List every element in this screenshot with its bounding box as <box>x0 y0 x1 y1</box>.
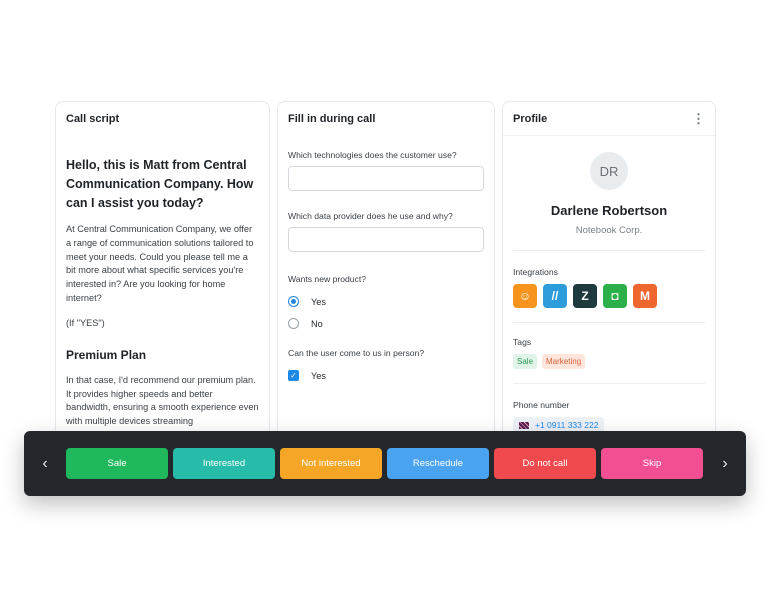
divider <box>513 322 705 323</box>
uk-flag-icon <box>519 421 529 429</box>
integrations-label: Integrations <box>513 267 558 277</box>
script-intro: At Central Communication Company, we off… <box>66 224 254 303</box>
tags-list: Sale Marketing <box>513 354 705 369</box>
not-interested-button[interactable]: Not interested <box>280 448 382 479</box>
radio-unselected-icon[interactable] <box>288 318 299 329</box>
new-product-option-yes[interactable]: Yes <box>288 295 484 308</box>
script-plan-text: In that case, I'd recommend our premium … <box>66 374 259 427</box>
more-options-icon[interactable]: ⋮ <box>692 111 705 127</box>
call-form-title: Fill in during call <box>288 113 376 125</box>
divider <box>513 250 705 251</box>
profile-header: Profile ⋮ <box>503 102 715 136</box>
phone-label: Phone number <box>513 400 570 410</box>
profile-title: Profile <box>513 112 548 125</box>
call-script-title: Call script <box>66 113 120 125</box>
chevron-left-icon[interactable]: ‹ <box>37 455 53 473</box>
divider <box>513 383 705 384</box>
call-script-panel: Call script Hello, this is Matt from Cen… <box>55 101 270 445</box>
script-plan-title: Premium Plan <box>66 347 147 362</box>
script-note: (If "YES") <box>66 317 105 328</box>
in-person-checkbox-row[interactable]: ✓ Yes <box>288 369 484 382</box>
integrations-list: ☺//Z ◘ M <box>513 284 705 308</box>
outcome-buttons: Sale Interested Not interested Reschedule Do… <box>66 448 703 479</box>
tag-marketing[interactable]: Marketing <box>542 354 586 369</box>
magento-integration-icon[interactable]: M <box>633 284 657 308</box>
profile-panel: Profile ⋮ DR Darlene Robertson Notebook … <box>502 101 716 445</box>
reschedule-button[interactable]: Reschedule <box>387 448 489 479</box>
sale-button[interactable]: Sale <box>66 448 168 479</box>
do-not-call-button[interactable]: Do not call <box>494 448 596 479</box>
contact-company: Notebook Corp. <box>575 225 643 236</box>
freshdesk-integration-icon[interactable]: // <box>543 284 567 308</box>
in-person-yes-label: Yes <box>311 370 326 381</box>
phone-number: +1 0911 333 222 <box>535 420 599 430</box>
gorgias-integration-icon[interactable]: ◘ <box>603 284 627 308</box>
option-no-label: No <box>311 318 323 329</box>
radio-selected-icon[interactable] <box>288 296 299 307</box>
contact-name: Darlene Robertson <box>550 203 668 218</box>
chevron-right-icon[interactable]: › <box>717 455 733 473</box>
checkbox-checked-icon[interactable]: ✓ <box>288 370 299 381</box>
avatar: DR <box>590 152 628 190</box>
script-greeting: Hello, this is Matt from Central Communi… <box>66 158 254 210</box>
interested-button[interactable]: Interested <box>173 448 275 479</box>
data-provider-input[interactable] <box>288 227 484 252</box>
question-new-product-label: Wants new product? <box>288 274 367 284</box>
call-form-panel: Fill in during call Which technologies d… <box>277 101 495 445</box>
option-yes-label: Yes <box>311 296 326 307</box>
question-data-provider-label: Which data provider does he use and why? <box>288 211 453 221</box>
question-technologies-label: Which technologies does the customer use… <box>288 150 457 160</box>
technologies-input[interactable] <box>288 166 484 191</box>
chat-integration-icon[interactable]: ☺ <box>513 284 537 308</box>
zendesk-integration-icon[interactable]: Z <box>573 284 597 308</box>
tag-sale[interactable]: Sale <box>513 354 538 369</box>
skip-button[interactable]: Skip <box>601 448 703 479</box>
call-outcome-bar: ‹ Sale Interested Not interested Reschedule… <box>24 431 746 496</box>
new-product-option-no[interactable]: No <box>288 317 484 330</box>
tags-label: Tags <box>513 337 532 347</box>
question-in-person-label: Can the user come to us in person? <box>288 348 425 358</box>
